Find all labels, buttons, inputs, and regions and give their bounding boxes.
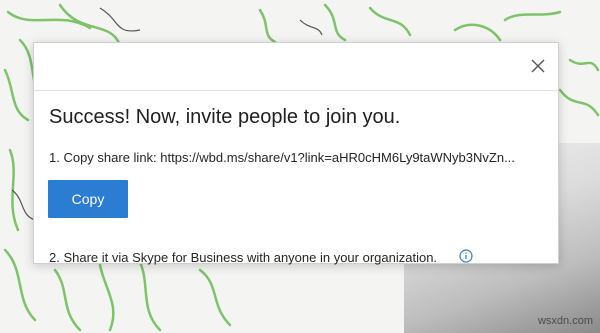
dialog-title: Success! Now, invite people to join you. — [49, 106, 401, 128]
invite-dialog: Success! Now, invite people to join you.… — [33, 42, 559, 265]
copy-button[interactable]: Copy — [48, 180, 128, 218]
watermark: wsxdn.com — [537, 315, 593, 327]
share-instructions: 2. Share it via Skype for Business with … — [49, 250, 438, 265]
share-link-text[interactable]: 1. Copy share link: https://wbd.ms/share… — [49, 150, 549, 165]
info-icon — [459, 249, 473, 263]
close-icon — [531, 59, 545, 73]
dialog-header — [34, 43, 558, 91]
close-button[interactable] — [527, 55, 549, 77]
info-button[interactable] — [459, 249, 473, 263]
